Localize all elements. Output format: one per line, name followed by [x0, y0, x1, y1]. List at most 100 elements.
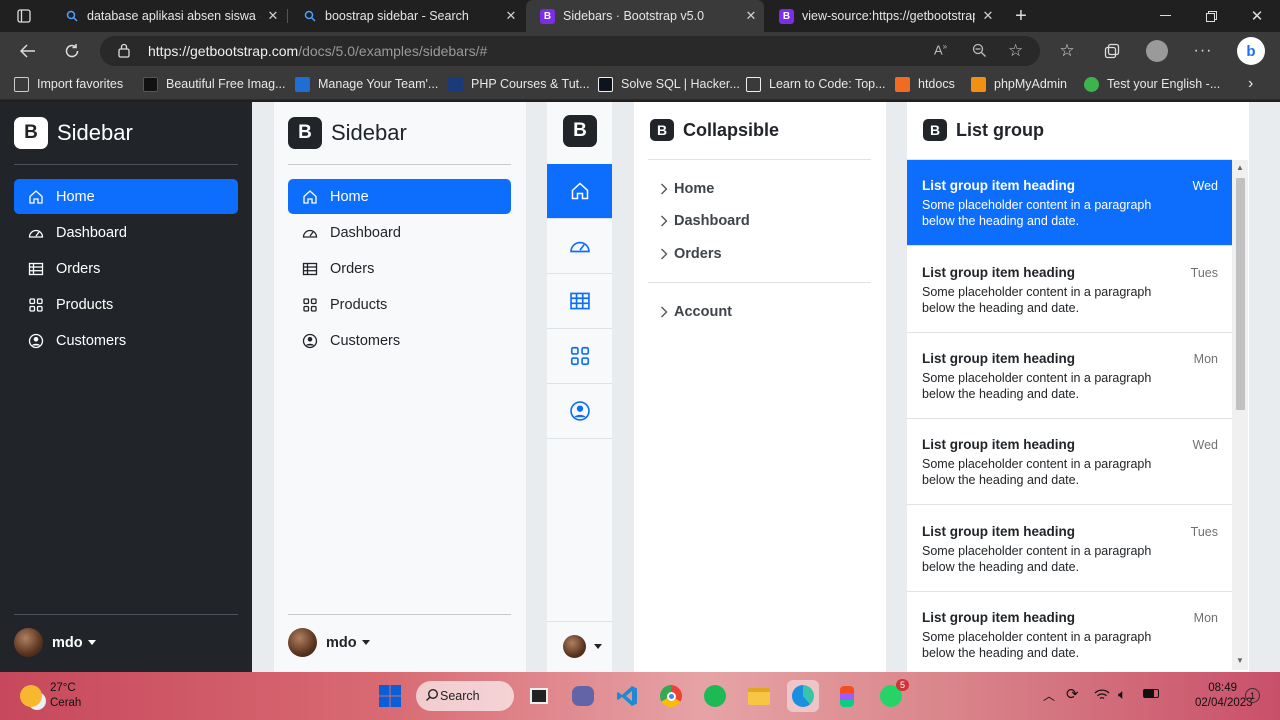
scroll-down-icon[interactable]: ▼: [1236, 656, 1244, 665]
figma-icon[interactable]: [831, 680, 863, 712]
sidebar-brand[interactable]: B Sidebar: [288, 117, 407, 149]
list-group-item[interactable]: List group item heading Mon Some placeho…: [907, 333, 1232, 419]
tab-actions-icon[interactable]: [0, 0, 48, 32]
list-scrollbar[interactable]: ▲ ▼: [1232, 160, 1248, 670]
browser-tab[interactable]: boostrap sidebar - Search ✕: [288, 0, 524, 32]
item-heading: List group item heading: [922, 610, 1076, 625]
list-group-item[interactable]: List group item heading Wed Some placeho…: [907, 419, 1232, 505]
nav-item-home[interactable]: Home: [14, 179, 238, 214]
zoom-icon[interactable]: [972, 43, 987, 61]
bootstrap-logo-icon: B: [779, 8, 794, 24]
bing-icon[interactable]: b: [1236, 36, 1266, 66]
icon-nav-home[interactable]: [547, 164, 612, 219]
favorite-link[interactable]: Solve SQL | Hacker...: [598, 70, 740, 98]
collapse-toggle-home[interactable]: Home: [660, 181, 714, 197]
nav-item-orders[interactable]: Orders: [14, 251, 238, 286]
edge-icon[interactable]: [787, 680, 819, 712]
url-text[interactable]: https://getbootstrap.com/docs/5.0/exampl…: [148, 43, 487, 59]
restore-icon[interactable]: [1188, 0, 1234, 32]
chevron-right-icon[interactable]: ›: [1248, 70, 1253, 98]
browser-tab[interactable]: database aplikasi absen siswa - B ✕: [50, 0, 286, 32]
collapse-toggle-dashboard[interactable]: Dashboard: [660, 213, 750, 229]
lock-icon[interactable]: [118, 43, 130, 61]
favorite-link[interactable]: phpMyAdmin: [971, 70, 1067, 98]
icon-nav-orders[interactable]: [547, 274, 612, 329]
sidebar-brand[interactable]: B Collapsible: [650, 119, 779, 141]
tab-close-icon[interactable]: ✕: [260, 8, 286, 24]
favorite-link[interactable]: Learn to Code: Top...: [746, 70, 886, 98]
browser-tab[interactable]: B view-source:https://getbootstrap ✕: [765, 0, 1001, 32]
url-bar[interactable]: https://getbootstrap.com/docs/5.0/exampl…: [100, 36, 1040, 66]
list-group-item[interactable]: List group item heading Wed Some placeho…: [907, 160, 1232, 246]
close-window-icon[interactable]: ✕: [1234, 0, 1280, 32]
read-aloud-icon[interactable]: A»: [934, 42, 947, 57]
browser-tab-active[interactable]: B Sidebars · Bootstrap v5.0 ✕: [526, 0, 764, 32]
new-tab-icon[interactable]: +: [1002, 0, 1040, 32]
weather-widget[interactable]: 27°C Cerah: [20, 681, 81, 711]
collapse-toggle-account[interactable]: Account: [660, 304, 732, 320]
nav-item-customers[interactable]: Customers: [288, 323, 511, 358]
item-day: Mon: [1193, 611, 1218, 625]
sidebar-brand[interactable]: B Sidebar: [14, 117, 133, 149]
favorite-link[interactable]: htdocs: [895, 70, 955, 98]
more-menu-icon[interactable]: ···: [1188, 36, 1218, 66]
favorite-import[interactable]: Import favorites: [14, 70, 123, 98]
icon-nav-customers[interactable]: [547, 384, 612, 439]
minimize-icon[interactable]: [1142, 0, 1188, 32]
brand-link[interactable]: B: [563, 115, 597, 147]
favorite-link[interactable]: Beautiful Free Imag...: [143, 70, 286, 98]
sync-icon[interactable]: ⟳: [1066, 685, 1079, 703]
battery-icon[interactable]: [1143, 689, 1159, 698]
nav-item-home[interactable]: Home: [288, 179, 511, 214]
vscode-icon[interactable]: [611, 680, 643, 712]
system-clock[interactable]: 08:49 02/04/2023: [1195, 681, 1253, 711]
xampp-icon: [895, 76, 910, 92]
tab-close-icon[interactable]: ✕: [975, 8, 1001, 24]
scrollbar-thumb[interactable]: [1236, 178, 1245, 410]
add-favorite-icon[interactable]: ☆: [1008, 41, 1023, 61]
wifi-icon[interactable]: [1094, 688, 1110, 704]
start-button[interactable]: [374, 680, 406, 712]
scroll-up-icon[interactable]: ▲: [1236, 163, 1244, 172]
favorites-icon[interactable]: ☆: [1052, 36, 1082, 66]
task-view-icon[interactable]: [523, 680, 555, 712]
favorite-link[interactable]: Manage Your Team'...: [295, 70, 438, 98]
user-dropdown[interactable]: [563, 635, 602, 658]
back-icon[interactable]: [13, 36, 43, 66]
chevron-up-icon[interactable]: ︿: [1043, 687, 1055, 704]
nav-item-dashboard[interactable]: Dashboard: [14, 215, 238, 250]
icon-nav-products[interactable]: [547, 329, 612, 384]
refresh-icon[interactable]: [57, 36, 87, 66]
file-explorer-icon[interactable]: [743, 680, 775, 712]
chrome-icon[interactable]: [655, 680, 687, 712]
list-group-item[interactable]: List group item heading Mon Some placeho…: [907, 592, 1232, 672]
table-icon: [569, 292, 590, 310]
nav-item-products[interactable]: Products: [288, 287, 511, 322]
nav-item-orders[interactable]: Orders: [288, 251, 511, 286]
collections-icon[interactable]: [1097, 36, 1127, 66]
icon-nav-dashboard[interactable]: [547, 219, 612, 274]
sidebar-brand[interactable]: B List group: [923, 119, 1044, 141]
tab-close-icon[interactable]: ✕: [498, 8, 524, 24]
user-dropdown[interactable]: mdo: [14, 628, 96, 657]
profile-icon[interactable]: [1142, 36, 1172, 66]
nav-item-dashboard[interactable]: Dashboard: [288, 215, 511, 250]
table-icon: [302, 262, 318, 275]
list-group-item[interactable]: List group item heading Tues Some placeh…: [907, 247, 1232, 333]
teams-chat-icon[interactable]: [567, 680, 599, 712]
tab-close-icon[interactable]: ✕: [738, 8, 764, 24]
favorite-link[interactable]: PHP Courses & Tut...: [448, 70, 590, 98]
notification-badge[interactable]: 1: [1245, 688, 1260, 703]
taskbar-search[interactable]: Search: [416, 681, 514, 711]
volume-icon[interactable]: 🔈︎: [1118, 686, 1126, 703]
collapse-toggle-orders[interactable]: Orders: [660, 246, 722, 262]
whatsapp-icon[interactable]: 5: [875, 679, 909, 712]
spotify-icon[interactable]: [699, 680, 731, 712]
nav-item-products[interactable]: Products: [14, 287, 238, 322]
list-group-item[interactable]: List group item heading Tues Some placeh…: [907, 506, 1232, 592]
favorite-link[interactable]: Test your English -...: [1084, 70, 1220, 98]
browser-tab-strip: database aplikasi absen siswa - B ✕ boos…: [0, 0, 1280, 32]
avatar: [14, 628, 43, 657]
user-dropdown[interactable]: mdo: [288, 628, 370, 657]
nav-item-customers[interactable]: Customers: [14, 323, 238, 358]
